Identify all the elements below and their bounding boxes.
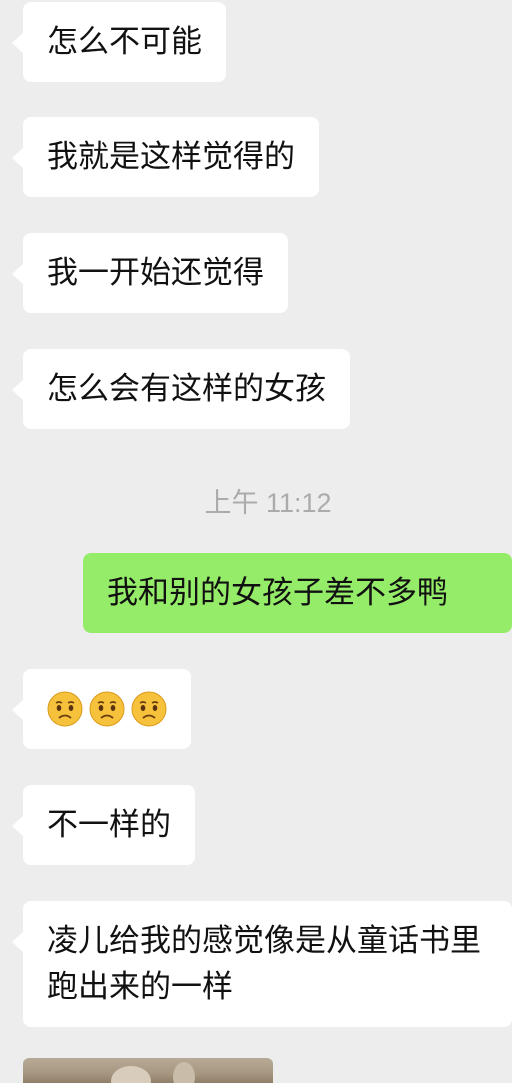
message-timestamp: 上午 11:12: [204, 488, 332, 518]
photo-content: [111, 1066, 151, 1083]
message-bubble-outgoing[interactable]: 我和别的女孩子差不多鸭: [83, 553, 512, 633]
message-text: 怎么不可能: [47, 24, 202, 60]
message-bubble-incoming[interactable]: 不一样的: [12, 785, 195, 865]
message-text: 我一开始还觉得: [47, 255, 264, 291]
message-bubble-incoming[interactable]: 凌儿给我的感觉像是从童话书里跑出来的一样: [12, 901, 512, 1027]
message-bubble-incoming[interactable]: [12, 669, 191, 749]
emoji-row: [47, 686, 167, 732]
sad-face-emoji-icon: [89, 691, 125, 727]
sad-face-emoji-icon: [131, 691, 167, 727]
message-text: 我就是这样觉得的: [47, 139, 295, 175]
photo-thumbnail[interactable]: [23, 1058, 273, 1083]
message-text: 不一样的: [47, 807, 171, 843]
message-text: 怎么会有这样的女孩: [47, 371, 326, 407]
message-text: 我和别的女孩子差不多鸭: [107, 575, 448, 611]
message-text: 凌儿给我的感觉像是从童话书里跑出来的一样: [47, 923, 481, 1005]
chat-view: 怎么不可能 我就是这样觉得的 我一开始还觉得 怎么会有这样的女孩 上午 11:1…: [0, 0, 512, 1083]
message-bubble-incoming[interactable]: 我就是这样觉得的: [12, 117, 319, 197]
photo-content: [173, 1062, 195, 1083]
sad-face-emoji-icon: [47, 691, 83, 727]
message-bubble-incoming[interactable]: 怎么不可能: [12, 2, 226, 82]
message-bubble-incoming[interactable]: 我一开始还觉得: [12, 233, 288, 313]
message-bubble-incoming[interactable]: 怎么会有这样的女孩: [12, 349, 350, 429]
